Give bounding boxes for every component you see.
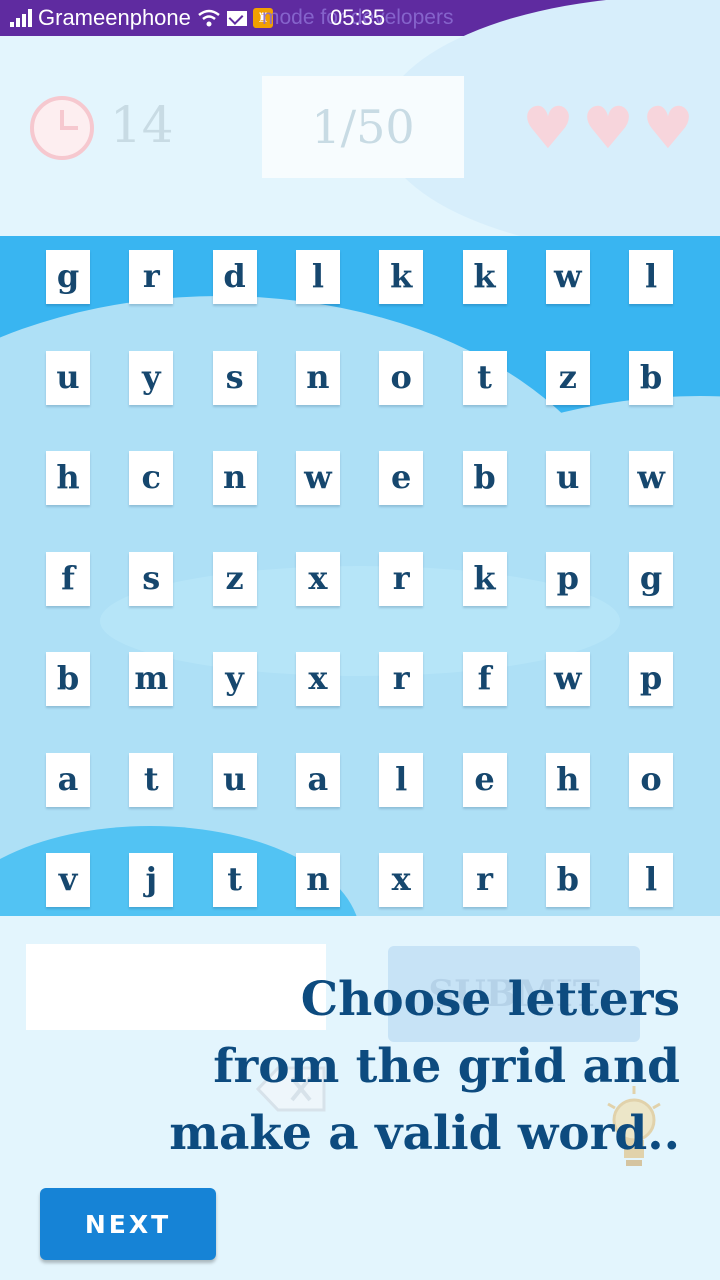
- letter-tile[interactable]: d: [212, 250, 257, 304]
- letter-tile[interactable]: w: [295, 451, 340, 505]
- letter-tile[interactable]: e: [379, 451, 424, 505]
- letter-tile[interactable]: a: [295, 752, 340, 807]
- letter-tile[interactable]: r: [379, 551, 424, 606]
- letter-tile[interactable]: g: [629, 551, 674, 606]
- letter-tile[interactable]: s: [129, 551, 174, 606]
- letter-tile[interactable]: b: [629, 350, 674, 405]
- letter-tile[interactable]: t: [212, 853, 257, 907]
- letter-tile[interactable]: c: [129, 451, 174, 505]
- letter-tile[interactable]: x: [295, 652, 340, 706]
- letter-tile[interactable]: x: [379, 853, 424, 907]
- status-left: Grameenphone ♜: [10, 5, 273, 31]
- timer-clock-icon: [30, 96, 94, 160]
- letter-tile[interactable]: e: [462, 752, 507, 807]
- heart-icon: ♥: [582, 94, 634, 162]
- letter-tile[interactable]: y: [212, 652, 257, 706]
- letter-tile[interactable]: p: [545, 551, 590, 606]
- letter-tile[interactable]: k: [379, 250, 424, 304]
- letter-tile[interactable]: o: [629, 752, 674, 807]
- heart-icon: ♥: [642, 94, 694, 162]
- letter-tile[interactable]: o: [379, 350, 424, 405]
- letter-tile[interactable]: a: [46, 752, 90, 807]
- letter-tile[interactable]: k: [462, 551, 507, 606]
- letter-tile[interactable]: b: [545, 853, 590, 907]
- timer-value: 14: [110, 96, 174, 154]
- letter-tile[interactable]: n: [295, 350, 340, 405]
- letter-tile[interactable]: j: [129, 853, 174, 907]
- level-progress: 1/50: [262, 76, 464, 178]
- letter-tile[interactable]: h: [46, 451, 90, 505]
- letter-tile[interactable]: b: [46, 652, 90, 706]
- heart-icon: ♥: [522, 94, 574, 162]
- letter-tile[interactable]: r: [129, 250, 174, 304]
- letter-tile[interactable]: k: [462, 250, 507, 304]
- letter-tile[interactable]: w: [629, 451, 674, 505]
- letter-grid: grdlkkwluysnotzbhcnwebuwfszxrkpgbmyxrfwp…: [0, 236, 720, 916]
- letter-tile[interactable]: u: [545, 451, 590, 505]
- letter-tile[interactable]: p: [629, 652, 674, 706]
- letter-tile[interactable]: t: [129, 752, 174, 807]
- letter-tile[interactable]: z: [212, 551, 257, 606]
- letter-tile[interactable]: x: [295, 551, 340, 606]
- letter-tile[interactable]: u: [212, 752, 257, 807]
- wifi-icon: [198, 9, 220, 27]
- letter-tile[interactable]: r: [379, 652, 424, 706]
- letter-tile[interactable]: f: [46, 551, 90, 606]
- letter-tile[interactable]: l: [295, 250, 340, 304]
- letter-tile[interactable]: b: [462, 451, 507, 505]
- tutorial-hint-text: Choose letters from the grid and make a …: [169, 972, 680, 1161]
- letter-tile[interactable]: l: [629, 250, 674, 304]
- next-button[interactable]: NEXT: [40, 1188, 216, 1260]
- mail-icon: [226, 10, 247, 26]
- letter-tile[interactable]: s: [212, 350, 257, 405]
- letter-tile[interactable]: f: [462, 652, 507, 706]
- letter-tile[interactable]: z: [545, 350, 590, 405]
- letter-tile[interactable]: v: [46, 853, 90, 907]
- letter-tile[interactable]: t: [462, 350, 507, 405]
- lives-hearts: ♥ ♥ ♥: [522, 94, 694, 162]
- letter-tile[interactable]: h: [545, 752, 590, 807]
- letter-tile[interactable]: y: [129, 350, 174, 405]
- letter-tile[interactable]: n: [295, 853, 340, 907]
- letter-tile[interactable]: w: [545, 652, 590, 706]
- signal-icon: [10, 9, 32, 27]
- letter-tile[interactable]: l: [629, 853, 674, 907]
- letter-tile[interactable]: g: [46, 250, 90, 304]
- letter-tile[interactable]: u: [46, 350, 90, 405]
- letter-tile[interactable]: n: [212, 451, 257, 505]
- clock: 05:35: [330, 5, 386, 30]
- letter-tile[interactable]: w: [545, 250, 590, 304]
- letter-tile[interactable]: l: [379, 752, 424, 807]
- letter-tile[interactable]: r: [462, 853, 507, 907]
- carrier-name: Grameenphone: [38, 5, 191, 30]
- letter-tile[interactable]: m: [129, 652, 174, 706]
